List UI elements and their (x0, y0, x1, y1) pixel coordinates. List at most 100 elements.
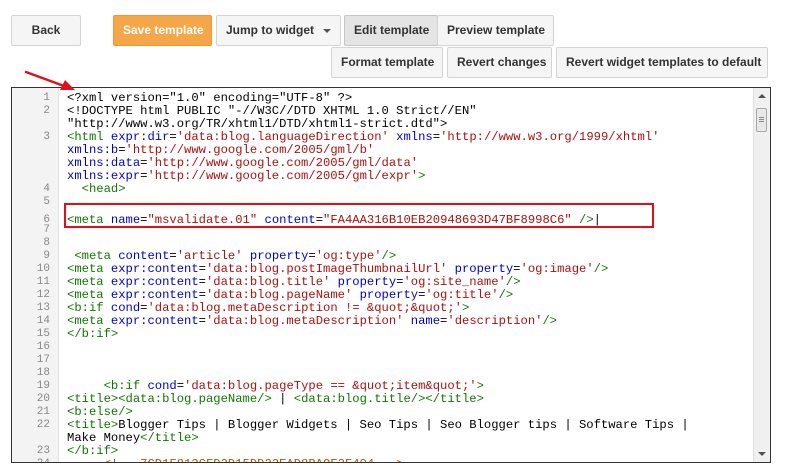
save-template-button[interactable]: Save template (113, 15, 212, 46)
format-template-button[interactable]: Format template (331, 47, 443, 78)
code-token: property (447, 262, 514, 276)
code-token: /> (593, 262, 609, 276)
code-token: = (432, 130, 441, 144)
scroll-up-icon[interactable] (758, 94, 766, 98)
code-token: > (461, 301, 470, 315)
code-token: = (169, 249, 177, 263)
code-token: xmlns (388, 130, 433, 144)
code-token: = (198, 262, 206, 276)
back-button[interactable]: Back (11, 15, 81, 46)
code-token: /> (498, 288, 514, 302)
code-token: > (418, 169, 426, 183)
code-line: <meta expr:content='data:blog.metaDescri… (67, 315, 557, 328)
code-area[interactable]: <?xml version="1.0" encoding="UTF-8" ?> <… (12, 88, 753, 463)
revert-widget-templates-button[interactable]: Revert widget templates to default (556, 47, 768, 78)
code-token: xmlns:expr (67, 169, 141, 183)
code-line: <head> (67, 183, 126, 196)
code-token: 'data:blog.title' (205, 275, 331, 289)
code-line: <!-- 7CD1F813CFD2D15DD22EAD8BAOF2F404 --… (67, 457, 404, 463)
code-token: 'og:type' (315, 249, 382, 263)
code-token: > (476, 379, 484, 393)
code-token: <!DOCTYPE html PUBLIC "-//W3C//DTD XHTML… (67, 104, 477, 118)
code-token: = (198, 288, 206, 302)
code-token: cond (147, 379, 177, 393)
code-token: <data:blog.pageName/> (118, 392, 272, 406)
code-token: 'http://www.google.com/2005/gml/b' (125, 143, 375, 157)
code-token: </b:if> (67, 444, 119, 458)
code-token: <title> (67, 418, 119, 432)
code-token: 'og:image' (520, 262, 594, 276)
jump-to-widget-dropdown[interactable]: Jump to widget (216, 15, 341, 46)
code-token: = (513, 262, 521, 276)
code-token: expr:content (110, 314, 199, 328)
code-token: cond (110, 301, 141, 315)
code-token: Make Money (67, 431, 141, 445)
code-token: property (242, 249, 309, 263)
scroll-down-icon[interactable] (758, 452, 766, 456)
code-token: <!-- 7CD1F813CFD2D15DD22EAD8BAOF2F404 --… (67, 457, 404, 463)
code-token: property (352, 288, 419, 302)
chevron-down-icon (323, 29, 331, 33)
code-token: <?xml version="1.0" encoding="UTF-8" ?> (67, 91, 353, 105)
code-token: </title> (140, 431, 199, 445)
code-token: <b:if (67, 301, 111, 315)
code-token: <head> (67, 182, 126, 196)
code-token: = (118, 143, 126, 157)
code-token: xmlns:data (67, 156, 141, 170)
code-token: <html (67, 130, 111, 144)
code-token: = (198, 314, 206, 328)
annotation-arrow-icon (24, 70, 75, 90)
code-token: 'http://www.google.com/2005/gml/data' (147, 156, 419, 170)
edit-template-button[interactable]: Edit template (344, 15, 438, 46)
code-token: 'http://www.google.com/2005/gml/expr' (147, 169, 419, 183)
code-token: name (403, 314, 441, 328)
code-token: = (198, 275, 206, 289)
code-token: | (271, 392, 294, 406)
code-token: <title> (67, 392, 119, 406)
jump-to-widget-label: Jump to widget (226, 23, 314, 37)
code-token: <b:if (67, 379, 148, 393)
code-token: "http://www.w3.org/TR/xhtml1/DTD/xhtml1-… (67, 117, 448, 131)
code-token: 'data:blog.pageType == &quot;item&quot;' (184, 379, 477, 393)
code-token: 'data:blog.pageName' (205, 288, 353, 302)
code-token: xmlns:b (67, 143, 119, 157)
code-token: <meta (67, 314, 111, 328)
code-token: Blogger Tips | Blogger Widgets | Seo Tip… (118, 418, 689, 432)
code-token: property (330, 275, 397, 289)
scrollbar-thumb[interactable] (756, 108, 767, 132)
code-token: 'http://www.w3.org/1999/xhtml' (440, 130, 660, 144)
code-token: </b:if> (67, 327, 119, 341)
code-token: /> (505, 275, 521, 289)
code-token: 'og:title' (425, 288, 499, 302)
code-token: 'data:blog.metaDescription != &quot;&quo… (147, 301, 462, 315)
code-token: = (176, 379, 185, 393)
code-token: = (169, 130, 177, 144)
code-token: /> (542, 314, 558, 328)
code-token: expr:content (110, 288, 199, 302)
code-token: 'data:blog.languageDirection' (176, 130, 389, 144)
code-token: 'article' (176, 249, 243, 263)
code-token: <meta (67, 288, 111, 302)
code-token: expr:content (110, 262, 199, 276)
template-code-editor[interactable]: 123456789101112131415161718192021222324 … (11, 87, 771, 463)
code-token: <data:blog.title/> (293, 392, 426, 406)
preview-template-button[interactable]: Preview template (437, 15, 554, 46)
code-token: expr:dir (110, 130, 170, 144)
code-token: 'og:site_name' (403, 275, 506, 289)
code-token: <meta (67, 262, 111, 276)
code-token: 'data:blog.metaDescription' (205, 314, 404, 328)
code-token: <meta (67, 249, 119, 263)
code-token: </title> (425, 392, 484, 406)
highlight-box (64, 203, 654, 228)
code-token: /> (381, 249, 397, 263)
code-line: </b:if> (67, 328, 118, 341)
vertical-scrollbar[interactable] (753, 88, 770, 462)
code-token: 'description' (447, 314, 543, 328)
code-token: <b:else/> (67, 405, 133, 419)
code-token: 'data:blog.postImageThumbnailUrl' (205, 262, 448, 276)
code-token: content (118, 249, 170, 263)
code-token: <meta (67, 275, 111, 289)
revert-changes-button[interactable]: Revert changes (447, 47, 552, 78)
code-token: expr:content (110, 275, 199, 289)
code-token: = (308, 249, 316, 263)
